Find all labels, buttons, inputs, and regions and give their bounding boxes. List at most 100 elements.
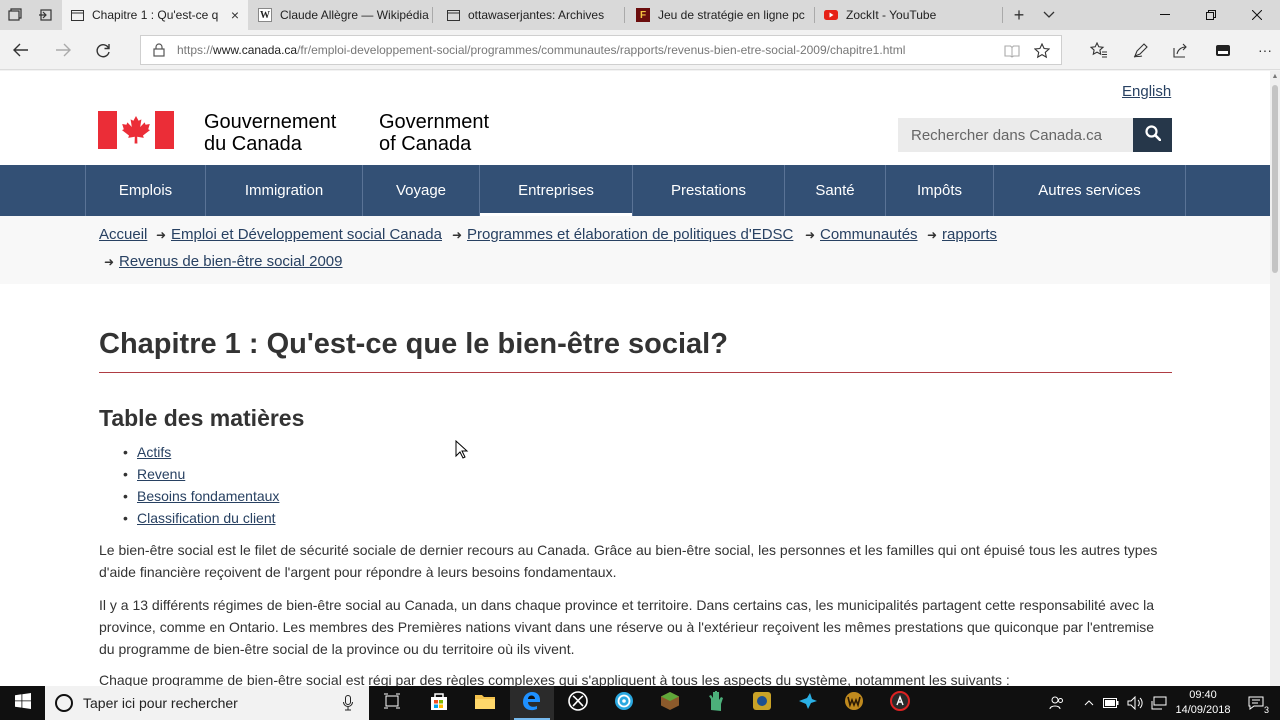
scroll-up-icon[interactable]: ▲ bbox=[1271, 73, 1279, 81]
toc-link[interactable]: Classification du client bbox=[137, 508, 276, 530]
tab-preview-chevron-icon[interactable] bbox=[1038, 4, 1060, 26]
clock-time: 09:40 bbox=[1189, 689, 1217, 701]
microphone-icon[interactable] bbox=[343, 695, 353, 716]
toc-link[interactable]: Revenu bbox=[137, 464, 185, 486]
menu-item-emplois[interactable]: Emplois bbox=[86, 165, 206, 216]
gc-signature[interactable]: Gouvernement du Canada Government of Can… bbox=[98, 111, 489, 155]
close-tab-icon[interactable]: × bbox=[228, 8, 242, 22]
scrollbar-thumb[interactable] bbox=[1272, 85, 1278, 273]
windows-taskbar: Taper ici pour rechercher 09:40 14/09/20… bbox=[0, 686, 1280, 720]
hand-icon bbox=[707, 690, 725, 716]
search-icon bbox=[1144, 124, 1161, 146]
task-view-button[interactable] bbox=[370, 686, 414, 720]
breadcrumb-link[interactable]: Communautés bbox=[820, 226, 918, 243]
wow-logo-icon bbox=[844, 691, 864, 716]
reading-view-icon[interactable] bbox=[1003, 42, 1021, 60]
signature-fr-line1: Gouvernement bbox=[204, 111, 337, 133]
edge-app-button[interactable] bbox=[510, 686, 554, 720]
uplay-app-button[interactable] bbox=[602, 686, 646, 720]
table-of-contents: • Actifs • Revenu • Besoins fondamentaux • C… bbox=[123, 442, 279, 530]
tab-separator bbox=[814, 7, 815, 23]
favorite-star-icon[interactable] bbox=[1033, 42, 1051, 60]
show-hidden-icons-chevron-icon[interactable] bbox=[1080, 686, 1098, 720]
list-item: • Besoins fondamentaux bbox=[123, 486, 279, 508]
forward-button[interactable] bbox=[50, 38, 76, 62]
game-app-button[interactable] bbox=[878, 686, 922, 720]
browser-tab[interactable]: F Jeu de stratégie en ligne pc bbox=[628, 0, 812, 30]
list-item: • Classification du client bbox=[123, 508, 279, 530]
address-bar[interactable]: https://www.canada.ca/fr/emploi-developp… bbox=[140, 35, 1062, 65]
menu-item-sante[interactable]: Santé bbox=[785, 165, 886, 216]
menu-item-impots[interactable]: Impôts bbox=[886, 165, 994, 216]
tab-title: Chapitre 1 : Qu'est-ce q bbox=[92, 8, 219, 22]
edge-browser-icon bbox=[522, 691, 542, 716]
breadcrumb-link[interactable]: Revenus de bien-être social 2009 bbox=[119, 253, 342, 270]
network-icon[interactable] bbox=[1148, 686, 1170, 720]
breadcrumb-link[interactable]: Emploi et Développement social Canada bbox=[171, 226, 442, 243]
breadcrumb-link[interactable]: Programmes et élaboration de politiques … bbox=[467, 226, 793, 243]
browser-tab-active[interactable]: Chapitre 1 : Qu'est-ce q × bbox=[62, 0, 248, 30]
people-icon[interactable] bbox=[1044, 686, 1070, 720]
signature-en-line2: of Canada bbox=[379, 133, 472, 155]
set-aside-tabs-icon[interactable] bbox=[34, 4, 56, 26]
lock-icon bbox=[153, 43, 167, 57]
battery-icon[interactable] bbox=[1100, 686, 1122, 720]
wow-app-button[interactable] bbox=[832, 686, 876, 720]
volume-icon[interactable] bbox=[1124, 686, 1146, 720]
url-host: www.canada.ca bbox=[213, 43, 298, 57]
url-path: /fr/emploi-developpement-social/programm… bbox=[297, 43, 906, 57]
new-tab-button[interactable]: + bbox=[1008, 4, 1030, 26]
signature-english: Government of Canada bbox=[379, 111, 539, 155]
menu-item-autres-services[interactable]: Autres services bbox=[994, 165, 1186, 216]
file-explorer-button[interactable] bbox=[463, 686, 507, 720]
breadcrumb-link[interactable]: rapports bbox=[942, 226, 997, 243]
emblem-icon bbox=[752, 691, 772, 716]
toc-link[interactable]: Besoins fondamentaux bbox=[137, 486, 279, 508]
menu-item-voyage[interactable]: Voyage bbox=[363, 165, 480, 216]
extension-icon[interactable] bbox=[1210, 38, 1236, 62]
back-button[interactable] bbox=[8, 38, 34, 62]
minecraft-app-button[interactable] bbox=[648, 686, 692, 720]
language-toggle-link[interactable]: English bbox=[1122, 83, 1171, 100]
toc-link[interactable]: Actifs bbox=[137, 442, 171, 464]
menu-list: Emplois Immigration Voyage Entreprises P… bbox=[85, 165, 1186, 216]
breadcrumb-link[interactable]: Accueil bbox=[99, 226, 147, 243]
minimize-button[interactable] bbox=[1142, 0, 1188, 30]
close-window-button[interactable] bbox=[1234, 0, 1280, 30]
notes-pen-icon[interactable] bbox=[1128, 38, 1154, 62]
refresh-button[interactable] bbox=[90, 38, 116, 62]
store-app-button[interactable] bbox=[417, 686, 461, 720]
menu-item-prestations[interactable]: Prestations bbox=[633, 165, 785, 216]
game-app-button[interactable] bbox=[740, 686, 784, 720]
page-icon bbox=[70, 8, 84, 22]
action-center-button[interactable]: 3 bbox=[1244, 686, 1269, 720]
taskbar-search-box[interactable]: Taper ici pour rechercher bbox=[45, 686, 369, 720]
breadcrumb-arrow-icon: ➜ bbox=[156, 228, 167, 242]
search-input[interactable] bbox=[898, 118, 1133, 152]
more-menu-button[interactable]: ··· bbox=[1252, 38, 1278, 62]
system-clock[interactable]: 09:40 14/09/2018 bbox=[1168, 688, 1238, 718]
browser-tab[interactable]: ottawaserjantes: Archives bbox=[438, 0, 622, 30]
game-app-button[interactable] bbox=[786, 686, 830, 720]
restore-button[interactable] bbox=[1188, 0, 1234, 30]
red-circle-app-icon bbox=[890, 690, 910, 716]
browser-tab[interactable]: W Claude Allègre — Wikipédia bbox=[250, 0, 430, 30]
paragraph: Le bien-être social est le filet de sécu… bbox=[99, 542, 1158, 580]
share-icon[interactable] bbox=[1168, 38, 1194, 62]
menu-item-immigration[interactable]: Immigration bbox=[206, 165, 363, 216]
game-app-button[interactable] bbox=[694, 686, 738, 720]
xbox-app-button[interactable] bbox=[556, 686, 600, 720]
url-scheme: https:// bbox=[177, 43, 214, 57]
browser-tab[interactable]: ZockIt - YouTube bbox=[816, 0, 1000, 30]
tab-manager-icon[interactable] bbox=[4, 4, 26, 26]
xbox-icon bbox=[568, 690, 588, 716]
favorites-hub-icon[interactable] bbox=[1086, 38, 1112, 62]
uplay-swirl-icon bbox=[614, 691, 634, 716]
menu-item-entreprises[interactable]: Entreprises bbox=[480, 165, 633, 216]
start-button[interactable] bbox=[0, 686, 45, 720]
notification-count-badge: 3 bbox=[1263, 705, 1269, 715]
folder-icon bbox=[475, 693, 495, 714]
search-button[interactable] bbox=[1133, 118, 1172, 152]
page-scrollbar[interactable]: ▲ bbox=[1270, 71, 1280, 686]
main-menu: Emplois Immigration Voyage Entreprises P… bbox=[0, 165, 1270, 216]
